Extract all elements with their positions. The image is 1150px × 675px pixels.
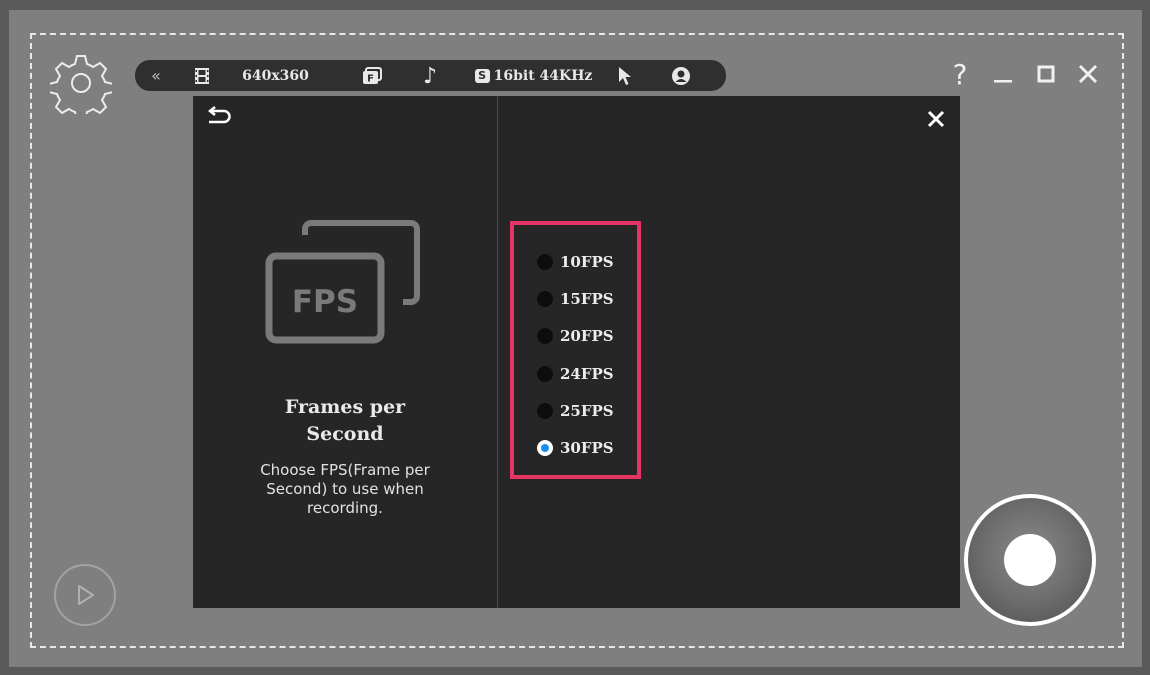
fps-option-30[interactable]: 30FPS (537, 437, 614, 459)
fps-option-label: 24FPS (560, 365, 614, 383)
fps-option-label: 25FPS (560, 402, 614, 420)
dialog-description-line1: Choose FPS(Frame per (260, 461, 430, 479)
maximize-icon[interactable] (1030, 56, 1062, 92)
fps-settings-dialog: FPS Frames per Second Choose FPS(Frame p… (193, 96, 960, 608)
radio-button[interactable] (537, 328, 553, 344)
radio-button[interactable] (537, 366, 553, 382)
radio-button[interactable] (537, 254, 553, 270)
mouse-cursor-icon[interactable] (613, 60, 637, 91)
panel-divider (497, 96, 498, 608)
gear-icon[interactable] (48, 52, 114, 121)
fps-option-label: 10FPS (560, 253, 614, 271)
webcam-icon[interactable] (667, 60, 695, 91)
back-arrow-icon[interactable] (205, 106, 233, 130)
resolution-label[interactable]: 640x360 (228, 60, 323, 91)
svg-text:FPS: FPS (292, 284, 358, 320)
audio-format-text: 16bit 44KHz (493, 67, 593, 84)
radio-button[interactable] (537, 403, 553, 419)
fps-option-24[interactable]: 24FPS (537, 363, 614, 385)
fps-option-25[interactable]: 25FPS (537, 400, 614, 422)
audio-badge-icon: S (474, 68, 490, 83)
fps-options-highlight: 10FPS 15FPS 20FPS 24FPS 25FPS 30FPS (510, 221, 641, 479)
record-button[interactable] (964, 494, 1096, 626)
dialog-description: Choose FPS(Frame per Second) to use when… (193, 461, 497, 518)
radio-button-selected[interactable] (537, 440, 553, 456)
minimize-icon[interactable] (986, 56, 1020, 92)
fps-option-label: 15FPS (560, 290, 614, 308)
close-icon[interactable] (1071, 56, 1105, 92)
svg-text:F: F (367, 73, 374, 84)
radio-button[interactable] (537, 291, 553, 307)
dialog-description-line3: recording. (307, 499, 383, 517)
audio-format-label[interactable]: S 16bit 44KHz (471, 60, 596, 91)
fps-option-15[interactable]: 15FPS (537, 288, 614, 310)
fps-illustration-icon: FPS (263, 218, 423, 346)
recording-toolbar: « 640x360 F ♪ S 16bit 44KHz (135, 60, 726, 91)
dialog-description-line2: Second) to use when (266, 480, 424, 498)
play-button[interactable] (54, 564, 116, 626)
dialog-title-line1: Frames per (284, 396, 406, 418)
help-button[interactable]: ? (944, 56, 976, 92)
dialog-close-icon[interactable] (923, 106, 949, 132)
double-chevron-left-icon[interactable]: « (142, 60, 170, 91)
music-note-icon[interactable]: ♪ (418, 60, 442, 91)
play-icon (78, 585, 94, 605)
fps-badge-icon[interactable]: F (360, 60, 384, 91)
dialog-title: Frames per Second (193, 394, 497, 448)
record-icon (1004, 534, 1056, 586)
fps-option-label: 30FPS (560, 439, 614, 457)
fps-option-20[interactable]: 20FPS (537, 325, 614, 347)
fps-option-10[interactable]: 10FPS (537, 251, 614, 273)
dialog-title-line2: Second (306, 423, 384, 445)
film-icon[interactable] (188, 60, 216, 91)
fps-option-label: 20FPS (560, 327, 614, 345)
